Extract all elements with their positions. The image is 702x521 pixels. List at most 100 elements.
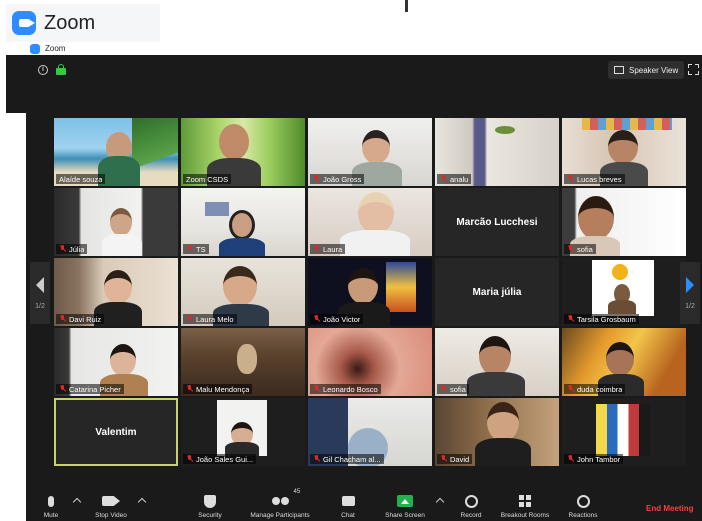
gallery-grid: Alaíde souza Zoom CSDS João Gross analu …: [52, 116, 686, 468]
participant-tile[interactable]: João Victor: [308, 258, 432, 326]
muted-mic-icon: [440, 385, 447, 393]
mute-button[interactable]: Mute: [24, 492, 78, 519]
record-button[interactable]: Record: [444, 492, 498, 519]
share-screen-label: Share Screen: [385, 512, 425, 519]
participant-name: Valentim: [95, 426, 137, 438]
security-button[interactable]: Security: [183, 492, 237, 519]
participant-name: Laura: [323, 244, 343, 254]
chevron-right-icon: [686, 276, 694, 293]
chat-bubble-icon: [341, 492, 355, 510]
smiley-icon: [576, 492, 590, 510]
stop-video-button[interactable]: Stop Video: [84, 492, 138, 519]
muted-mic-icon: [567, 315, 574, 323]
shield-icon: [204, 492, 216, 510]
participant-tile[interactable]: Gil Chacham al...: [308, 398, 432, 466]
muted-mic-icon: [313, 455, 320, 463]
zoom-small-logo-icon: [30, 43, 40, 54]
breakout-rooms-label: Breakout Rooms: [500, 512, 550, 519]
meeting-toolbar: Mute Stop Video Security 45 Manage Parti…: [24, 489, 702, 521]
muted-mic-icon: [567, 245, 574, 253]
participant-tile[interactable]: sofia: [435, 328, 559, 396]
chat-label: Chat: [341, 512, 355, 519]
encryption-lock-icon[interactable]: [56, 64, 66, 75]
participant-tile[interactable]: TS: [181, 188, 305, 256]
participant-tile[interactable]: analu: [435, 118, 559, 186]
participant-name: Júlia: [69, 244, 85, 254]
participant-name: Maria júlia: [472, 286, 522, 298]
participant-name: Malu Mendonça: [196, 384, 250, 394]
meeting-top-bar: i Speaker View: [30, 60, 702, 80]
zoom-logo-icon: [12, 11, 36, 35]
chat-button[interactable]: Chat: [321, 492, 375, 519]
participant-name: sofia: [577, 244, 593, 254]
muted-mic-icon: [313, 315, 320, 323]
mute-label: Mute: [43, 512, 59, 519]
participant-tile-active-speaker[interactable]: Valentim: [54, 398, 178, 466]
reactions-button[interactable]: Reactions: [556, 492, 610, 519]
participant-tile[interactable]: Laura Melo: [181, 258, 305, 326]
participant-tile[interactable]: Tarsila Grosbaum: [562, 258, 686, 326]
chevron-left-icon: [36, 276, 44, 293]
record-icon: [464, 492, 478, 510]
participant-tile[interactable]: duda coimbra: [562, 328, 686, 396]
end-meeting-button[interactable]: End Meeting: [646, 504, 694, 513]
participant-name: Alaíde souza: [59, 174, 103, 184]
share-screen-icon: [397, 492, 413, 510]
participant-tile[interactable]: sofia: [562, 188, 686, 256]
participant-tile[interactable]: Marcão Lucchesi: [435, 188, 559, 256]
divider: [405, 0, 408, 12]
participant-name: sofia: [450, 384, 466, 394]
previous-page-button[interactable]: 1/2: [30, 262, 50, 324]
muted-mic-icon: [59, 245, 66, 253]
participant-tile[interactable]: Zoom CSDS: [181, 118, 305, 186]
participant-tile[interactable]: Maria júlia: [435, 258, 559, 326]
meeting-edge: [6, 55, 26, 113]
participant-name: Lucas breves: [577, 174, 622, 184]
participant-tile[interactable]: Davi Ruiz: [54, 258, 178, 326]
fullscreen-icon[interactable]: [688, 64, 699, 75]
record-label: Record: [460, 512, 482, 519]
manage-participants-label: Manage Participants: [250, 512, 310, 519]
share-options-chevron-icon[interactable]: [435, 497, 445, 507]
participants-icon: 45: [271, 489, 300, 510]
participant-tile[interactable]: Leonardo Bosco: [308, 328, 432, 396]
manage-participants-button[interactable]: 45 Manage Participants: [250, 489, 310, 519]
page-indicator-right: 1/2: [685, 302, 695, 310]
participant-tile[interactable]: Júlia: [54, 188, 178, 256]
window-title-bar: Zoom: [26, 42, 702, 55]
video-options-chevron-icon[interactable]: [137, 497, 147, 507]
participant-tile[interactable]: João Gross: [308, 118, 432, 186]
participant-tile[interactable]: Alaíde souza: [54, 118, 178, 186]
muted-mic-icon: [440, 455, 447, 463]
participant-name: David: [450, 454, 470, 464]
participant-tile[interactable]: Lucas breves: [562, 118, 686, 186]
participant-tile[interactable]: David: [435, 398, 559, 466]
muted-mic-icon: [186, 315, 193, 323]
muted-mic-icon: [59, 385, 66, 393]
muted-mic-icon: [186, 245, 193, 253]
participant-name: João Sales Gui...: [196, 454, 254, 464]
participant-name: John Tambor: [577, 454, 621, 464]
next-page-button[interactable]: 1/2: [680, 262, 700, 324]
participant-tile[interactable]: Catarina Picher: [54, 328, 178, 396]
muted-mic-icon: [567, 385, 574, 393]
share-screen-button[interactable]: Share Screen: [378, 492, 432, 519]
participant-tile[interactable]: Malu Mendonça: [181, 328, 305, 396]
muted-mic-icon: [313, 245, 320, 253]
participant-name: Davi Ruiz: [69, 314, 102, 324]
speaker-view-button[interactable]: Speaker View: [608, 61, 685, 79]
muted-mic-icon: [59, 315, 66, 323]
stop-video-label: Stop Video: [95, 512, 127, 519]
info-icon[interactable]: i: [38, 65, 48, 75]
participant-tile[interactable]: João Sales Gui...: [181, 398, 305, 466]
participant-tile[interactable]: John Tambor: [562, 398, 686, 466]
window-title: Zoom: [45, 44, 66, 53]
participant-name: duda coimbra: [577, 384, 623, 394]
participant-tile[interactable]: Laura: [308, 188, 432, 256]
participant-name: TS: [196, 244, 206, 254]
breakout-rooms-button[interactable]: Breakout Rooms: [498, 492, 552, 519]
participant-name: João Victor: [323, 314, 361, 324]
muted-mic-icon: [313, 385, 320, 393]
muted-mic-icon: [186, 455, 193, 463]
reactions-label: Reactions: [568, 512, 598, 519]
